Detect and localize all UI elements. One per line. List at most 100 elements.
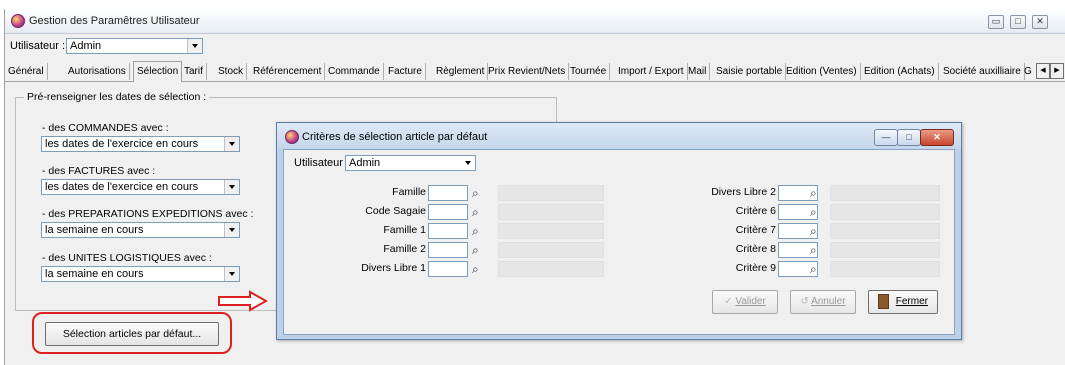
code-sagaie-description — [498, 204, 604, 220]
dialog-title: Critères de sélection article par défaut — [302, 131, 488, 143]
unites-select[interactable]: la semaine en cours — [41, 266, 240, 282]
critere-9-description — [830, 261, 940, 277]
tab-edition-achats[interactable]: Edition (Achats) — [861, 63, 939, 80]
tab-prix-revient[interactable]: Prix Revient/Nets — [485, 63, 570, 80]
chevron-down-icon[interactable] — [224, 180, 239, 194]
factures-select[interactable]: les dates de l'exercice en cours — [41, 179, 240, 195]
tab-referencement[interactable]: Référencement — [250, 63, 326, 80]
dialog-user-select-value: Admin — [349, 157, 381, 169]
field-label-critere-6: Critère 6 — [735, 205, 776, 217]
field-label-famille-2: Famille 2 — [383, 243, 426, 255]
tab-import-export[interactable]: Import / Export — [615, 63, 688, 80]
user-label: Utilisateur : — [10, 40, 66, 52]
famille-description — [498, 185, 604, 201]
main-title-bar[interactable]: Gestion des Paramêtres Utilisateur ▭ □ ✕ — [5, 9, 1065, 34]
divers-libre-2-description — [830, 185, 940, 201]
chevron-down-icon[interactable] — [187, 39, 202, 53]
tab-scroll-right-icon[interactable]: ▶ — [1050, 63, 1064, 79]
search-icon[interactable]: ⌕ — [810, 223, 817, 239]
famille-2-description — [498, 242, 604, 258]
preparations-label: - des PREPARATIONS EXPEDITIONS avec : — [42, 208, 254, 220]
tab-selection[interactable]: Sélection — [133, 61, 183, 82]
factures-select-value: les dates de l'exercice en cours — [45, 181, 199, 193]
tab-general[interactable]: Général — [5, 63, 48, 80]
preparations-select[interactable]: la semaine en cours — [41, 222, 240, 238]
field-label-famille-1: Famille 1 — [383, 224, 426, 236]
minimize-icon[interactable]: — — [874, 129, 898, 146]
search-icon[interactable]: ⌕ — [472, 204, 479, 220]
code-sagaie-input[interactable] — [428, 204, 468, 220]
field-label-famille: Famille — [392, 186, 426, 198]
tab-facture[interactable]: Facture — [385, 63, 426, 80]
tab-g[interactable]: G — [1021, 63, 1035, 80]
annuler-button[interactable]: ↺ Annuler — [790, 290, 856, 314]
chevron-down-icon[interactable] — [224, 137, 239, 151]
preparations-select-value: la semaine en cours — [45, 224, 144, 236]
fermer-label: Fermer — [895, 296, 928, 307]
tab-saisie-portable[interactable]: Saisie portable — [713, 63, 787, 80]
dialog-user-label: Utilisateur : — [294, 157, 350, 169]
tab-reglement[interactable]: Règlement — [433, 63, 489, 80]
fermer-button[interactable]: Fermer — [868, 290, 938, 314]
famille-input[interactable] — [428, 185, 468, 201]
minimize-icon[interactable]: ▭ — [988, 15, 1004, 29]
tab-tarif[interactable]: Tarif — [181, 63, 207, 80]
divers-libre-1-input[interactable] — [428, 261, 468, 277]
tab-mail[interactable]: Mail — [685, 63, 711, 80]
commandes-label: - des COMMANDES avec : — [42, 122, 169, 134]
search-icon[interactable]: ⌕ — [810, 242, 817, 258]
app-icon — [11, 14, 25, 28]
user-select[interactable]: Admin — [66, 38, 203, 54]
critere-6-description — [830, 204, 940, 220]
chevron-down-icon[interactable] — [224, 267, 239, 281]
close-icon[interactable]: ✕ — [920, 129, 954, 146]
critere-8-description — [830, 242, 940, 258]
dialog-user-select[interactable]: Admin — [345, 155, 476, 171]
search-icon[interactable]: ⌕ — [472, 185, 479, 201]
valider-button[interactable]: ✓ Valider — [712, 290, 778, 314]
tab-scroll-left-icon[interactable]: ◀ — [1036, 63, 1050, 79]
dialog-content: Utilisateur : Admin Famille ⌕ Code Sagai… — [283, 149, 955, 335]
dialog-title-bar[interactable]: Critères de sélection article par défaut… — [277, 123, 961, 149]
search-icon[interactable]: ⌕ — [472, 261, 479, 277]
close-icon[interactable]: ✕ — [1032, 15, 1048, 29]
tab-stock[interactable]: Stock — [215, 63, 248, 80]
search-icon[interactable]: ⌕ — [810, 204, 817, 220]
main-window-title: Gestion des Paramêtres Utilisateur — [29, 15, 200, 27]
famille-1-input[interactable] — [428, 223, 468, 239]
famille-1-description — [498, 223, 604, 239]
famille-2-input[interactable] — [428, 242, 468, 258]
tab-autorisations[interactable]: Autorisations — [65, 63, 130, 80]
user-select-value: Admin — [70, 40, 102, 52]
search-icon[interactable]: ⌕ — [472, 223, 479, 239]
maximize-icon[interactable]: □ — [897, 129, 921, 146]
tab-societe-auxilliaire[interactable]: Société auxilliaire — [940, 63, 1025, 80]
commandes-select-value: les dates de l'exercice en cours — [45, 138, 199, 150]
factures-label: - des FACTURES avec : — [42, 165, 156, 177]
unites-label: - des UNITES LOGISTIQUES avec : — [42, 252, 212, 264]
commandes-select[interactable]: les dates de l'exercice en cours — [41, 136, 240, 152]
field-label-divers-libre-1: Divers Libre 1 — [361, 262, 426, 274]
chevron-down-icon[interactable] — [224, 223, 239, 237]
valider-label: Valider — [735, 296, 766, 307]
critere-7-description — [830, 223, 940, 239]
tab-tournee[interactable]: Tournée — [567, 63, 611, 80]
door-exit-icon — [877, 293, 889, 309]
app-icon — [285, 130, 299, 144]
search-icon[interactable]: ⌕ — [472, 242, 479, 258]
search-icon[interactable]: ⌕ — [810, 261, 817, 277]
tab-edition-ventes[interactable]: Edition (Ventes) — [783, 63, 861, 80]
field-label-critere-8: Critère 8 — [735, 243, 776, 255]
search-icon[interactable]: ⌕ — [810, 185, 817, 201]
chevron-down-icon[interactable] — [461, 156, 475, 170]
undo-icon: ↺ — [800, 296, 809, 307]
annuler-label: Annuler — [811, 296, 846, 307]
field-label-divers-libre-2: Divers Libre 2 — [711, 186, 776, 198]
check-icon: ✓ — [724, 296, 733, 307]
tab-commande[interactable]: Commande — [325, 63, 384, 80]
field-label-code-sagaie: Code Sagaie — [365, 205, 426, 217]
unites-select-value: la semaine en cours — [45, 268, 144, 280]
criteria-dialog: Critères de sélection article par défaut… — [276, 122, 962, 340]
group-title: Pré-renseigner les dates de sélection : — [24, 91, 210, 103]
maximize-icon[interactable]: □ — [1010, 15, 1026, 29]
